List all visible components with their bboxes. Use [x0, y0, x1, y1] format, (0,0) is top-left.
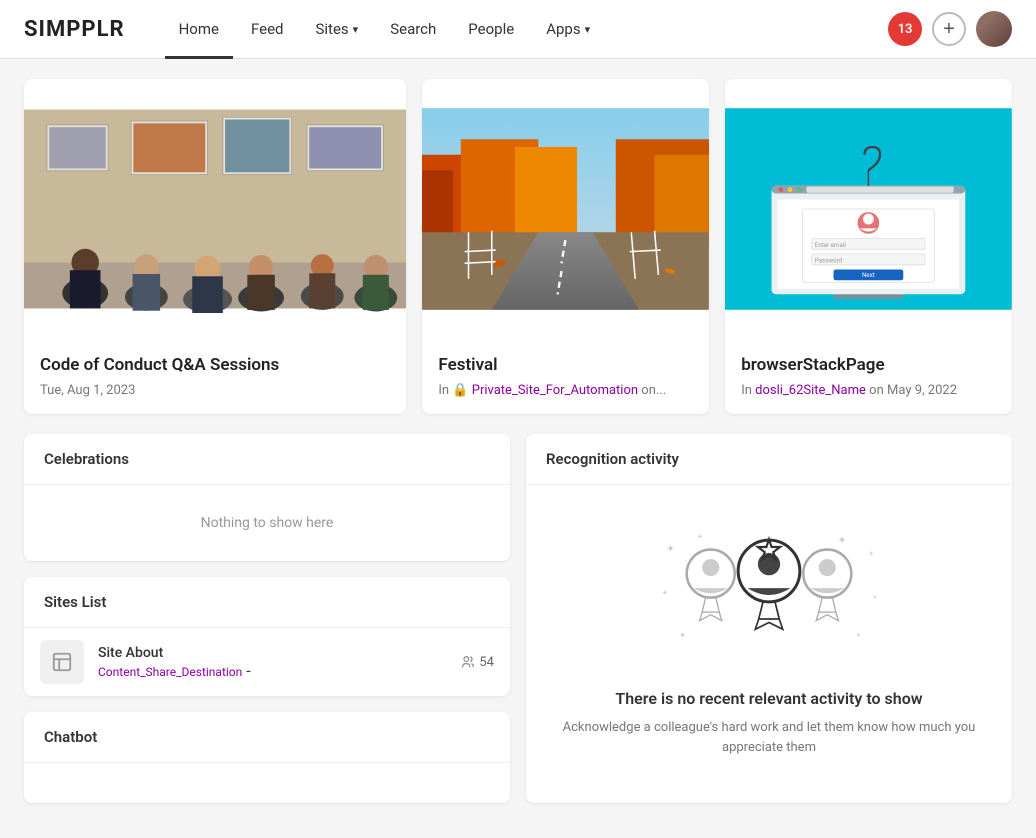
card-3-body: browserStackPage In dosli_62Site_Name on… — [725, 339, 1012, 414]
recognition-header: Recognition activity — [526, 434, 1012, 485]
site-members: 54 — [461, 655, 494, 670]
nav-apps[interactable]: Apps ▾ — [532, 0, 604, 59]
site-name: Site About — [98, 645, 447, 661]
navbar: SIMPPLR Home Feed Sites ▾ Search People … — [0, 0, 1036, 59]
recognition-panel: Recognition activity ✦ ✦ ✦ ✦ ✦ ✦ ✦ ✦ — [526, 434, 1012, 803]
lock-icon: 🔒 — [452, 383, 471, 398]
card-3-title: browserStackPage — [741, 355, 996, 375]
card-3-meta: In dosli_62Site_Name on May 9, 2022 — [741, 383, 996, 398]
svg-text:Password: Password — [815, 256, 843, 264]
bottom-row: Celebrations Nothing to show here Sites … — [24, 434, 1012, 803]
recognition-empty-title: There is no recent relevant activity to … — [546, 689, 992, 708]
card-2-body: Festival In 🔒 Private_Site_For_Automatio… — [422, 339, 709, 414]
nav-actions: 13 + — [888, 11, 1012, 47]
card-1-image — [24, 79, 406, 339]
card-1-body: Code of Conduct Q&A Sessions Tue, Aug 1,… — [24, 339, 406, 414]
card-browserstack: Enter email Password Next — [725, 79, 1012, 414]
nav-sites[interactable]: Sites ▾ — [302, 0, 373, 59]
celebrations-panel: Celebrations Nothing to show here — [24, 434, 510, 561]
members-icon — [461, 655, 475, 669]
avatar[interactable] — [976, 11, 1012, 47]
main-content: Code of Conduct Q&A Sessions Tue, Aug 1,… — [0, 59, 1036, 823]
card-festival: Festival In 🔒 Private_Site_For_Automatio… — [422, 79, 709, 414]
members-count: 54 — [479, 655, 494, 670]
card-2-site-link[interactable]: Private_Site_For_Automation — [472, 383, 638, 398]
nav-feed[interactable]: Feed — [237, 0, 298, 59]
nav-home[interactable]: Home — [165, 0, 233, 59]
recognition-empty-desc: Acknowledge a colleague's hard work and … — [546, 718, 992, 757]
nav-links: Home Feed Sites ▾ Search People Apps ▾ — [165, 0, 888, 59]
site-icon — [40, 640, 84, 684]
card-2-image — [422, 79, 709, 339]
sites-dropdown-icon: ▾ — [353, 23, 359, 36]
card-1-title: Code of Conduct Q&A Sessions — [40, 355, 390, 375]
celebrations-header: Celebrations — [24, 434, 510, 485]
card-2-title: Festival — [438, 355, 693, 375]
sites-list-panel: Sites List Site About Content_Share_Dest… — [24, 577, 510, 696]
left-column: Celebrations Nothing to show here Sites … — [24, 434, 510, 803]
recognition-body: ✦ ✦ ✦ ✦ ✦ ✦ ✦ ✦ — [526, 485, 1012, 777]
chatbot-header: Chatbot — [24, 712, 510, 763]
svg-text:Next: Next — [862, 271, 875, 279]
apps-dropdown-icon: ▾ — [585, 23, 591, 36]
celebrations-empty: Nothing to show here — [24, 485, 510, 561]
svg-text:✦: ✦ — [872, 593, 878, 601]
card-3-site-link[interactable]: dosli_62Site_Name — [755, 383, 866, 398]
svg-text:✦: ✦ — [662, 589, 668, 597]
svg-text:✦: ✦ — [679, 631, 687, 641]
svg-text:✦: ✦ — [868, 549, 876, 559]
svg-text:✦: ✦ — [855, 631, 863, 641]
logo[interactable]: SIMPPLR — [24, 17, 125, 42]
nav-search[interactable]: Search — [376, 0, 450, 59]
add-button[interactable]: + — [932, 12, 966, 46]
avatar-image — [976, 11, 1012, 47]
card-3-image: Enter email Password Next — [725, 79, 1012, 339]
svg-text:Enter email: Enter email — [815, 241, 846, 249]
sites-list-header: Sites List — [24, 577, 510, 628]
site-info: Site About Content_Share_Destination - — [98, 645, 447, 680]
svg-text:✦: ✦ — [666, 542, 675, 555]
card-code-of-conduct: Code of Conduct Q&A Sessions Tue, Aug 1,… — [24, 79, 406, 414]
chatbot-panel: Chatbot — [24, 712, 510, 803]
card-1-meta: Tue, Aug 1, 2023 — [40, 383, 390, 398]
site-link[interactable]: Content_Share_Destination — [98, 665, 242, 679]
featured-cards: Code of Conduct Q&A Sessions Tue, Aug 1,… — [24, 79, 1012, 414]
nav-people[interactable]: People — [454, 0, 528, 59]
svg-text:✦: ✦ — [838, 534, 847, 547]
site-item: Site About Content_Share_Destination - — [24, 628, 510, 696]
svg-text:✦: ✦ — [696, 532, 704, 542]
notification-badge[interactable]: 13 — [888, 12, 922, 46]
recognition-illustration: ✦ ✦ ✦ ✦ ✦ ✦ ✦ ✦ — [649, 525, 889, 665]
card-2-meta: In 🔒 Private_Site_For_Automation on... — [438, 383, 693, 398]
